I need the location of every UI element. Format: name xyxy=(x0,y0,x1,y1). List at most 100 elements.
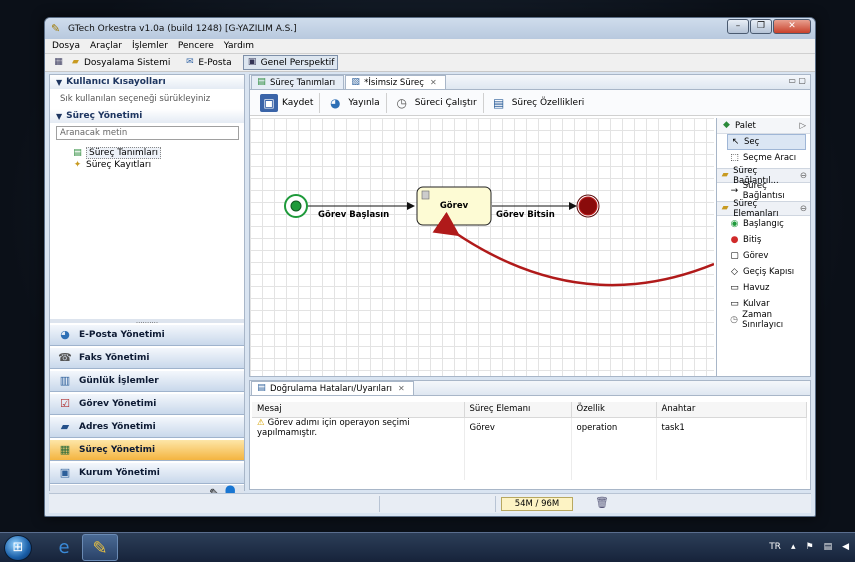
toolbar-eposta-label: E-Posta xyxy=(198,57,232,68)
save-button[interactable]: ▣ Kaydet xyxy=(254,92,321,113)
nav-gunluk[interactable]: ▥ Günlük İşlemler xyxy=(50,370,244,392)
palette-end-element[interactable]: ● Bitiş xyxy=(717,232,810,248)
run-process-label: Süreci Çalıştır xyxy=(414,97,477,108)
module-nav: ◕ E-Posta Yönetimi ☎ Faks Yönetimi ▥ Gün… xyxy=(50,324,244,485)
internet-explorer-icon[interactable]: e xyxy=(46,534,82,561)
palette-expand-icon[interactable]: ▷ xyxy=(799,121,806,131)
tab-surec-tanimlari[interactable]: ▤ Süreç Tanımları xyxy=(251,75,345,89)
close-button[interactable]: ✕ xyxy=(773,19,811,34)
nav-adres[interactable]: ▰ Adres Yönetimi xyxy=(50,416,244,438)
tab-validation[interactable]: ▤ Doğrulama Hataları/Uyarıları ✕ xyxy=(251,381,414,395)
panel-splitter[interactable]: .......... xyxy=(50,318,244,325)
menu-bar: Dosya Araçlar İşlemler Pencere Yardım xyxy=(45,39,815,54)
properties-icon: ▤ xyxy=(493,95,505,110)
run-clock-icon: ◷ xyxy=(396,95,407,110)
toolbar-dosyalama-button[interactable]: ▰ Dosyalama Sistemi xyxy=(67,56,173,69)
palette-timer-element[interactable]: ◷ Zaman Sınırlayıcı xyxy=(717,310,810,330)
menu-yardim[interactable]: Yardım xyxy=(224,41,254,51)
left-panel: ▼ Kullanıcı Kısayolları Sık kullanılan s… xyxy=(49,74,245,505)
shortcuts-hint: Sık kullanılan seçeneği sürükleyiniz xyxy=(60,94,211,104)
column-header-property[interactable]: Özellik xyxy=(571,402,657,418)
palette-marquee-tool[interactable]: ⬚ Seçme Aracı xyxy=(717,150,810,166)
shortcuts-header[interactable]: ▼ Kullanıcı Kısayolları xyxy=(50,75,244,89)
taskbar: ⊞ e ✎ TR ▴ ⚑ ▤ ◀ xyxy=(0,532,855,562)
folder-open-icon: ▰ xyxy=(721,170,729,180)
validation-panel: ▤ Doğrulama Hataları/Uyarıları ✕ Mesaj S… xyxy=(249,380,811,490)
palette-gateway-element[interactable]: ◇ Geçiş Kapısı xyxy=(717,264,810,280)
process-properties-button[interactable]: ▤ Süreç Özellikleri xyxy=(484,93,591,113)
task-node-label: Görev xyxy=(439,201,469,211)
orkestra-taskbar-button[interactable]: ✎ xyxy=(82,534,118,561)
drag-hint-arrow xyxy=(432,211,714,287)
palette-item-label: Zaman Sınırlayıcı xyxy=(742,310,784,330)
palette-group-elements[interactable]: ▰ Süreç Elemanları ⊖ xyxy=(717,198,810,219)
column-header-key[interactable]: Anahtar xyxy=(656,402,807,418)
maximize-button[interactable]: ❐ xyxy=(750,19,772,34)
palette-connection-tool[interactable]: → Süreç Bağlantısı xyxy=(717,181,810,201)
toolbar-eposta-button[interactable]: ✉ E-Posta xyxy=(181,56,234,69)
palette-header[interactable]: ◆ Palet ▷ xyxy=(717,118,810,134)
publish-button[interactable]: ◕ Yayınla xyxy=(320,92,387,113)
save-label: Kaydet xyxy=(282,97,314,108)
diagram-canvas[interactable]: Görev Başlasın Görev Görev Bitsin xyxy=(250,118,714,376)
menu-islemler[interactable]: İşlemler xyxy=(132,41,168,51)
tree-item-surec-tanimlari[interactable]: ▤ Süreç Tanımları xyxy=(50,147,244,159)
pool-icon: ▭ xyxy=(730,282,739,293)
menu-dosya[interactable]: Dosya xyxy=(52,41,80,51)
task-check-icon: ☑ xyxy=(60,397,70,410)
publish-label: Yayınla xyxy=(348,97,380,108)
flag-icon[interactable]: ⚑ xyxy=(805,542,813,552)
tray-expand-icon[interactable]: ▴ xyxy=(791,542,796,552)
title-bar[interactable]: ✎ GTech Orkestra v1.0a (build 1248) [G-Y… xyxy=(45,18,815,39)
view-minmax-icon[interactable]: ▭ ▢ xyxy=(788,76,806,85)
address-book-icon: ▰ xyxy=(60,420,70,433)
column-header-mesaj[interactable]: Mesaj xyxy=(252,402,465,418)
warning-list-icon: ▤ xyxy=(257,383,266,393)
palette-item-label: Başlangıç xyxy=(743,219,784,229)
nav-label: Faks Yönetimi xyxy=(79,353,150,363)
pin-icon[interactable]: ⊖ xyxy=(800,171,807,181)
tab-label: *İsimsiz Süreç xyxy=(364,77,424,88)
palette-pool-element[interactable]: ▭ Havuz xyxy=(717,280,810,296)
editor-tabs: ▤ Süreç Tanımları ▧ *İsimsiz Süreç ✕ ▭ ▢ xyxy=(250,75,810,90)
nav-kurum[interactable]: ▣ Kurum Yönetimi xyxy=(50,462,244,484)
palette-group-label: Süreç Elemanları xyxy=(733,198,779,219)
marquee-icon: ⬚ xyxy=(730,152,739,163)
nav-faks[interactable]: ☎ Faks Yönetimi xyxy=(50,347,244,369)
main-toolbar: ▦ ▰ Dosyalama Sistemi ✉ E-Posta ▣ Genel … xyxy=(45,54,815,72)
nav-surec[interactable]: ▦ Süreç Yönetimi xyxy=(50,439,244,461)
language-indicator[interactable]: TR xyxy=(769,542,781,552)
nav-eposta[interactable]: ◕ E-Posta Yönetimi xyxy=(50,324,244,346)
perspective-icon: ▣ xyxy=(247,57,257,67)
start-button[interactable]: ⊞ xyxy=(4,535,32,561)
nav-gorev[interactable]: ☑ Görev Yönetimi xyxy=(50,393,244,415)
gateway-diamond-icon: ◇ xyxy=(731,266,738,277)
pin-icon[interactable]: ⊖ xyxy=(800,204,807,214)
tab-close-icon[interactable]: ✕ xyxy=(430,78,437,87)
palette-select-tool[interactable]: ↖ Seç xyxy=(727,134,806,150)
menu-pencere[interactable]: Pencere xyxy=(178,41,214,51)
run-process-button[interactable]: ◷ Süreci Çalıştır xyxy=(387,92,484,113)
column-header-element[interactable]: Süreç Elemanı xyxy=(464,402,572,418)
palette-task-element[interactable]: ▢ Görev xyxy=(717,248,810,264)
new-window-icon[interactable]: ▦ xyxy=(53,57,64,68)
task-type-icon xyxy=(421,190,430,200)
tab-isimsiz-surec[interactable]: ▧ *İsimsiz Süreç ✕ xyxy=(345,75,446,89)
search-input[interactable]: Aranacak metin xyxy=(56,126,239,140)
menu-araclar[interactable]: Araçlar xyxy=(90,41,122,51)
end-edge-label: Görev Bitsin xyxy=(496,210,555,220)
volume-icon[interactable]: ◀ xyxy=(842,542,849,552)
tab-close-icon[interactable]: ✕ xyxy=(398,384,405,393)
validation-tabs: ▤ Doğrulama Hataları/Uyarıları ✕ xyxy=(250,381,810,396)
end-circle-icon: ● xyxy=(730,234,739,245)
palette-item-label: Geçiş Kapısı xyxy=(743,267,795,277)
tree-item-surec-kayitlari[interactable]: ✦ Süreç Kayıtları xyxy=(50,159,244,171)
process-header[interactable]: ▼ Süreç Yönetimi xyxy=(50,109,244,123)
table-row[interactable]: ⚠ Görev adımı için operayon seçimi yapılm… xyxy=(252,417,807,438)
network-icon[interactable]: ▤ xyxy=(824,542,833,552)
validation-table: Mesaj Süreç Elemanı Özellik Anahtar ⚠ Gör… xyxy=(252,402,807,480)
garbage-collect-icon[interactable]: 🗑 xyxy=(595,496,609,509)
minimize-button[interactable]: – xyxy=(727,19,749,34)
process-diagram-icon: ▧ xyxy=(351,77,360,87)
toolbar-perspective-button[interactable]: ▣ Genel Perspektif xyxy=(242,55,339,70)
